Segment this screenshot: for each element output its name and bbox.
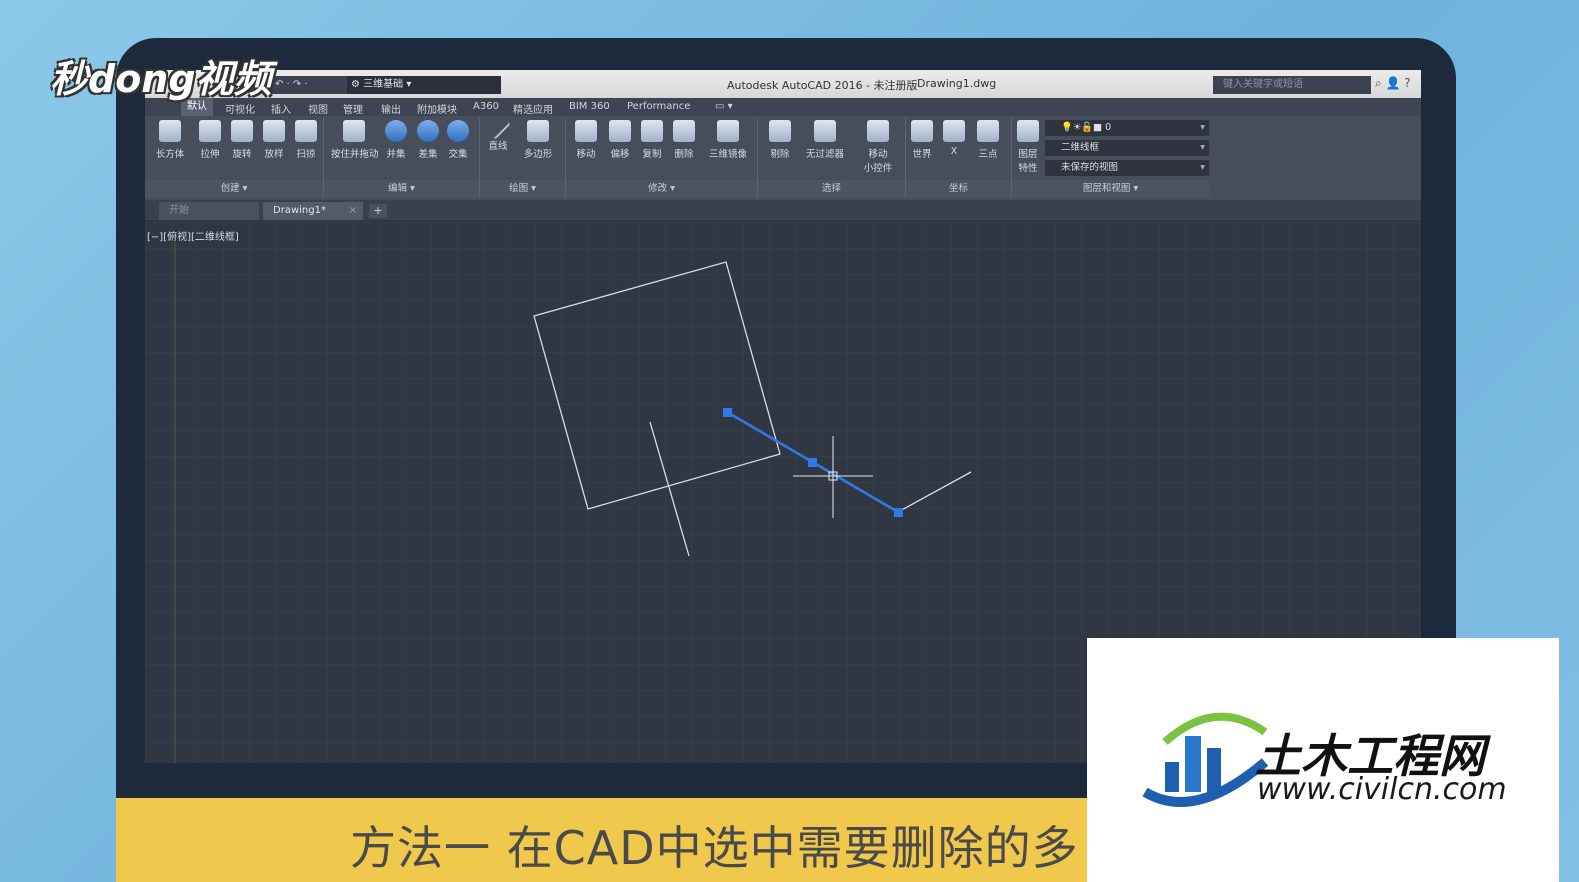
tab-drawing1[interactable]: Drawing1* × [263, 202, 363, 220]
grip-point[interactable] [894, 508, 903, 517]
offset-icon [609, 120, 631, 142]
intersect-button[interactable]: 交集 [441, 120, 475, 160]
tab-insert[interactable]: 插入 [271, 101, 291, 116]
panel-draw[interactable]: 绘图 ▾ [480, 180, 565, 198]
grip-point[interactable] [808, 458, 817, 467]
layer-dropdown[interactable]: 💡☀🔓■ 0 ▾ [1045, 120, 1209, 136]
tab-overflow-icon[interactable]: ▭ ▾ [715, 101, 733, 112]
title-bar: ↶ · ↷ · ⚙ 三维基础 ▾ Autodesk AutoCAD 2016 -… [145, 70, 1421, 98]
subtract-icon [417, 120, 439, 142]
subtract-button[interactable]: 差集 [411, 120, 445, 160]
presspull-button[interactable]: 按住并拖动 [331, 120, 379, 160]
panel-edit[interactable]: 编辑 ▾ [324, 180, 479, 198]
file-name: Drawing1.dwg [917, 77, 997, 90]
chevron-down-icon: ▾ [1200, 162, 1205, 173]
panel-coordinates[interactable]: 坐标 [906, 180, 1011, 198]
layer-properties-button[interactable]: 图层 特性 [1011, 120, 1045, 174]
document-tab-bar: 开始 Drawing1* × + [145, 200, 1421, 220]
tab-start[interactable]: 开始 [159, 202, 259, 220]
extrude-icon [199, 120, 221, 142]
polygon-button[interactable]: 多边形 [521, 120, 555, 160]
ucs-x-button[interactable]: X [937, 120, 971, 157]
cull-icon [769, 120, 791, 142]
ribbon-tab-bar: 默认 可视化 插入 视图 管理 输出 附加模块 A360 精选应用 BIM 36… [145, 98, 1421, 116]
subtitle-text: 方法一 在CAD中选中需要删除的多 [350, 821, 1079, 875]
world-ucs-button[interactable]: 世界 [905, 120, 939, 160]
ucs-3point-icon [977, 120, 999, 142]
panel-selection[interactable]: 选择 [758, 180, 905, 198]
tab-view[interactable]: 视图 [308, 101, 328, 116]
undo-redo-icons[interactable]: ↶ · ↷ · [275, 76, 308, 94]
cull-button[interactable]: 剔除 [763, 120, 797, 160]
no-filter-button[interactable]: 无过滤器 [801, 120, 849, 160]
intersect-icon [447, 120, 469, 142]
move-button[interactable]: 移动 [569, 120, 603, 160]
line-segment[interactable] [897, 471, 972, 513]
tab-bim360[interactable]: BIM 360 [569, 101, 610, 112]
tab-manage[interactable]: 管理 [343, 101, 363, 116]
logo-url: www.civilcn.com [1257, 772, 1507, 807]
ucs-3point-button[interactable]: 三点 [971, 120, 1005, 160]
sign-in-icon[interactable]: ⌕ 👤 ? [1375, 76, 1411, 91]
union-button[interactable]: 并集 [379, 120, 413, 160]
ucs-world-icon [911, 120, 933, 142]
quick-access-toolbar: ↶ · ↷ · ⚙ 三维基础 ▾ [265, 76, 501, 94]
workspace-name: 三维基础 [363, 79, 404, 90]
presspull-icon [343, 120, 365, 142]
window-title: Autodesk AutoCAD 2016 - 未注册版 [727, 79, 918, 92]
rotated-square[interactable] [533, 261, 781, 510]
union-icon [385, 120, 407, 142]
erase-button[interactable]: 删除 [667, 120, 701, 160]
civilcn-logo-card: 土木工程网 www.civilcn.com [1087, 638, 1559, 882]
tab-output[interactable]: 输出 [381, 101, 401, 116]
gizmo-icon [867, 120, 889, 142]
extrude-button[interactable]: 拉伸 [193, 120, 227, 160]
move-icon [575, 120, 597, 142]
loft-icon [263, 120, 285, 142]
crosshair-cursor-icon [793, 436, 873, 518]
mirror3d-button[interactable]: 三维镜像 [705, 120, 751, 160]
filter-icon [814, 120, 836, 142]
revolve-button[interactable]: 旋转 [225, 120, 259, 160]
tab-performance[interactable]: Performance [627, 101, 690, 112]
panel-modify[interactable]: 修改 ▾ [566, 180, 757, 198]
named-view-dropdown[interactable]: 未保存的视图 ▾ [1045, 160, 1209, 176]
panel-create[interactable]: 创建 ▾ [145, 180, 323, 198]
offset-button[interactable]: 偏移 [603, 120, 637, 160]
panel-layers-views[interactable]: 图层和视图 ▾ [1012, 180, 1209, 198]
close-icon[interactable]: × [349, 202, 357, 220]
line-button[interactable]: 直线 [481, 114, 515, 152]
mirror3d-icon [717, 120, 739, 142]
search-input[interactable]: 键入关键字或短语 [1213, 76, 1371, 94]
tab-featured-apps[interactable]: 精选应用 [513, 101, 553, 116]
grip-point[interactable] [723, 408, 732, 417]
tab-a360[interactable]: A360 [473, 101, 499, 112]
move-gizmo-button[interactable]: 移动 小控件 [861, 120, 895, 174]
sweep-button[interactable]: 扫掠 [289, 120, 323, 160]
line-icon [485, 114, 511, 140]
chevron-down-icon: ▾ [1200, 142, 1205, 153]
sweep-icon [295, 120, 317, 142]
copy-icon [641, 120, 663, 142]
new-tab-plus-icon[interactable]: + [369, 204, 387, 218]
box-icon [159, 120, 181, 142]
ucs-x-icon [943, 120, 965, 142]
tab-visualize[interactable]: 可视化 [225, 101, 255, 116]
video-watermark: 秒dong视频 [50, 57, 272, 101]
visual-style-dropdown[interactable]: 二维线框 ▾ [1045, 140, 1209, 156]
layer-properties-icon [1017, 120, 1039, 142]
tab-addins[interactable]: 附加模块 [417, 101, 457, 116]
chevron-down-icon: ▾ [1200, 122, 1205, 133]
loft-button[interactable]: 放样 [257, 120, 291, 160]
ribbon-panel: 长方体 拉伸 旋转 放样 扫掠 按住并拖动 并集 差集 交集 直线 多边形 移动… [145, 114, 1421, 200]
erase-icon [673, 120, 695, 142]
workspace-switcher[interactable]: ⚙ 三维基础 ▾ [347, 76, 501, 94]
polygon-icon [527, 120, 549, 142]
box-button[interactable]: 长方体 [153, 120, 187, 160]
revolve-icon [231, 120, 253, 142]
copy-button[interactable]: 复制 [635, 120, 669, 160]
